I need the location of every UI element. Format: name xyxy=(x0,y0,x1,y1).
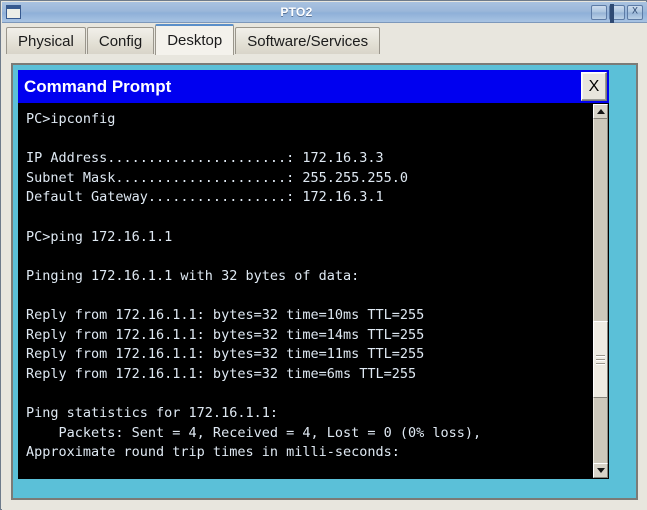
terminal-line: PC>ping 172.16.1.1 xyxy=(26,228,592,248)
terminal-line xyxy=(26,208,592,228)
window-titlebar: PTO2 X xyxy=(2,2,647,23)
tab-config[interactable]: Config xyxy=(87,27,154,55)
tab-physical[interactable]: Physical xyxy=(6,27,86,55)
command-prompt-title: Command Prompt xyxy=(24,77,171,97)
terminal-line: Default Gateway.................: 172.16… xyxy=(26,188,592,208)
tab-software-services-label: Software/Services xyxy=(247,33,368,50)
window-controls: X xyxy=(591,5,643,20)
terminal-scrollbar[interactable] xyxy=(592,103,609,479)
scroll-up-button[interactable] xyxy=(593,104,608,119)
tab-bar: Physical Config Desktop Software/Service… xyxy=(2,23,647,55)
tab-software-services[interactable]: Software/Services xyxy=(235,27,380,55)
terminal-line: Approximate round trip times in milli-se… xyxy=(26,443,592,463)
scrollbar-grip-icon xyxy=(596,353,605,367)
terminal-line xyxy=(26,247,592,267)
tab-desktop[interactable]: Desktop xyxy=(155,24,234,55)
terminal-line xyxy=(26,286,592,306)
terminal-output[interactable]: PC>ipconfig IP Address..................… xyxy=(18,103,592,479)
terminal-line xyxy=(26,384,592,404)
close-button[interactable]: X xyxy=(627,5,643,20)
terminal-line: PC>ipconfig xyxy=(26,110,592,130)
maximize-icon xyxy=(610,4,614,25)
scrollbar-track[interactable] xyxy=(593,119,608,463)
tab-desktop-label: Desktop xyxy=(167,32,222,49)
terminal-line: Ping statistics for 172.16.1.1: xyxy=(26,404,592,424)
window-title: PTO2 xyxy=(2,5,591,19)
terminal-line xyxy=(26,130,592,150)
terminal-line: Reply from 172.16.1.1: bytes=32 time=10m… xyxy=(26,306,592,326)
command-prompt-titlebar: Command Prompt X xyxy=(18,70,609,103)
close-icon: X xyxy=(632,8,638,17)
command-prompt-window: Command Prompt X PC>ipconfig IP Address.… xyxy=(18,70,609,479)
scrollbar-track-upper[interactable] xyxy=(593,119,608,321)
pto2-window: PTO2 X Physical Config Desktop Software/… xyxy=(0,0,647,510)
scrollbar-thumb[interactable] xyxy=(593,321,608,398)
scroll-down-icon xyxy=(597,468,605,473)
tab-physical-label: Physical xyxy=(18,33,74,50)
command-prompt-body: PC>ipconfig IP Address..................… xyxy=(18,103,609,479)
terminal-line: Pinging 172.16.1.1 with 32 bytes of data… xyxy=(26,267,592,287)
scroll-down-button[interactable] xyxy=(593,463,608,478)
terminal-line: Reply from 172.16.1.1: bytes=32 time=6ms… xyxy=(26,365,592,385)
tab-config-label: Config xyxy=(99,33,142,50)
minimize-button[interactable] xyxy=(591,5,607,20)
terminal-line: IP Address......................: 172.16… xyxy=(26,149,592,169)
terminal-line: Packets: Sent = 4, Received = 4, Lost = … xyxy=(26,424,592,444)
close-icon: X xyxy=(589,78,600,96)
command-prompt-close-button[interactable]: X xyxy=(581,72,607,101)
desktop-inner-frame: Command Prompt X PC>ipconfig IP Address.… xyxy=(11,63,638,500)
maximize-button[interactable] xyxy=(609,5,625,20)
scrollbar-track-lower[interactable] xyxy=(593,398,608,463)
terminal-line: Reply from 172.16.1.1: bytes=32 time=11m… xyxy=(26,345,592,365)
terminal-line: Subnet Mask.....................: 255.25… xyxy=(26,169,592,189)
desktop-panel: Command Prompt X PC>ipconfig IP Address.… xyxy=(2,54,647,510)
window-icon xyxy=(6,5,21,19)
terminal-line: Reply from 172.16.1.1: bytes=32 time=14m… xyxy=(26,326,592,346)
tab-filler xyxy=(381,27,647,55)
scroll-up-icon xyxy=(597,109,605,114)
